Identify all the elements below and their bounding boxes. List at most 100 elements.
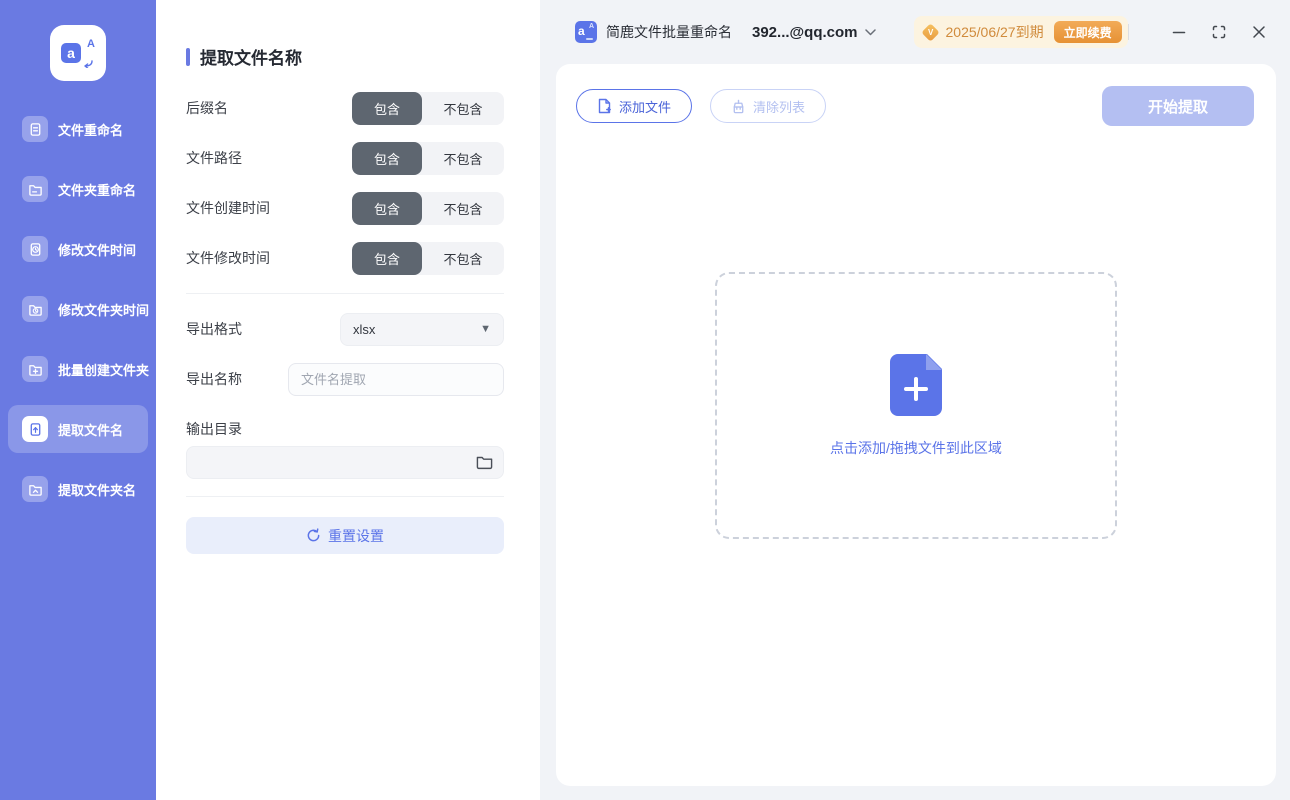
sidebar-item-label: 文件重命名	[58, 120, 123, 139]
add-files-button[interactable]: 添加文件	[576, 89, 692, 123]
add-files-label: 添加文件	[619, 97, 671, 116]
file-list-card: 添加文件 清除列表 开始提取 点击添加/拖拽文件到此区域	[556, 64, 1276, 786]
export-format-value: xlsx	[353, 322, 375, 337]
row-export-format: 导出格式 xlsx ▼	[186, 304, 504, 354]
sidebar-item-batch-create-folder[interactable]: 批量创建文件夹	[8, 345, 148, 393]
vip-status-pill: V 2025/06/27到期 立即续费	[914, 16, 1128, 48]
toggle-include[interactable]: 包含	[352, 142, 422, 175]
folder-clock-icon	[22, 296, 48, 322]
folder-export-icon	[22, 476, 48, 502]
row-export-name: 导出名称	[186, 354, 504, 404]
window-title: 简鹿文件批量重命名	[606, 22, 732, 42]
row-output-dir-label: 输出目录	[186, 412, 504, 446]
file-plus-icon	[597, 98, 612, 114]
sidebar-item-label: 批量创建文件夹	[58, 360, 149, 379]
file-export-icon	[22, 416, 48, 442]
sidebar-item-label: 提取文件夹名	[58, 480, 136, 499]
sidebar-item-folder-rename[interactable]: 文件夹重命名	[8, 165, 148, 213]
row-label: 文件路径	[186, 148, 242, 168]
folder-open-icon	[476, 455, 493, 470]
vip-diamond-icon: V	[921, 23, 939, 41]
dropzone-hint: 点击添加/拖拽文件到此区域	[830, 438, 1002, 458]
row-created-time: 文件创建时间 包含 不包含	[186, 183, 504, 233]
folder-icon	[22, 176, 48, 202]
export-format-select[interactable]: xlsx ▼	[340, 313, 504, 346]
row-label: 导出格式	[186, 319, 242, 339]
sidebar-item-extract-foldername[interactable]: 提取文件夹名	[8, 465, 148, 513]
toggle-exclude[interactable]: 不包含	[422, 192, 504, 225]
toggle-exclude[interactable]: 不包含	[422, 92, 504, 125]
sidebar-nav: 文件重命名 文件夹重命名 修改文件时间 修改文件夹时间 批量创建文件夹	[8, 105, 148, 525]
toggle-include[interactable]: 包含	[352, 92, 422, 125]
sidebar-item-modify-file-time[interactable]: 修改文件时间	[8, 225, 148, 273]
file-corner-fold	[926, 354, 942, 370]
toggle-exclude[interactable]: 不包含	[422, 242, 504, 275]
main-region: a A 简鹿文件批量重命名 392...@qq.com V 2025/06/27…	[540, 0, 1290, 800]
vip-expire-date: 2025/06/27到期	[946, 22, 1044, 42]
close-button[interactable]	[1249, 22, 1269, 42]
modified-time-toggle: 包含 不包含	[352, 242, 504, 275]
app-logo: a A	[50, 25, 106, 81]
divider	[186, 496, 504, 497]
app-icon-A: A	[589, 23, 594, 30]
maximize-button[interactable]	[1209, 22, 1229, 42]
plus-icon	[904, 377, 928, 401]
sidebar-item-modify-folder-time[interactable]: 修改文件夹时间	[8, 285, 148, 333]
app-icon-a: a	[578, 25, 585, 37]
row-label: 文件创建时间	[186, 198, 270, 218]
minimize-button[interactable]	[1169, 22, 1189, 42]
chevron-down-icon: ▼	[480, 324, 491, 335]
settings-panel: 提取文件名称 后缀名 包含 不包含 文件路径 包含 不包含 文件创建时间 包含 …	[156, 0, 540, 800]
account-menu[interactable]: 392...@qq.com	[752, 24, 858, 41]
broom-icon	[731, 99, 746, 114]
sidebar-item-label: 修改文件夹时间	[58, 300, 149, 319]
row-label: 文件修改时间	[186, 248, 270, 268]
reset-settings-label: 重置设置	[328, 526, 384, 546]
sidebar: a A 文件重命名 文件夹重命名 修改文件时间	[0, 0, 156, 800]
toolbar: 添加文件 清除列表 开始提取	[556, 64, 1276, 126]
row-label: 导出名称	[186, 369, 242, 389]
row-label: 后缀名	[186, 98, 228, 118]
logo-a-icon: a	[61, 43, 81, 63]
divider	[186, 293, 504, 294]
titlebar-divider	[1128, 24, 1129, 40]
sidebar-item-extract-filename[interactable]: 提取文件名	[8, 405, 148, 453]
app-icon-arrow	[586, 38, 593, 40]
created-time-toggle: 包含 不包含	[352, 192, 504, 225]
logo-arrow-icon	[82, 60, 94, 68]
logo-A-glyph: A	[87, 38, 95, 50]
file-icon	[22, 116, 48, 142]
sidebar-item-label: 文件夹重命名	[58, 180, 136, 199]
renew-now-button[interactable]: 立即续费	[1054, 21, 1122, 43]
panel-title: 提取文件名称	[186, 44, 504, 69]
export-name-input[interactable]	[288, 363, 504, 396]
refresh-icon	[306, 528, 321, 543]
page-title: 提取文件名称	[200, 44, 302, 69]
output-dir-input[interactable]	[186, 446, 504, 479]
start-extract-button[interactable]: 开始提取	[1102, 86, 1254, 126]
toggle-include[interactable]: 包含	[352, 242, 422, 275]
window-controls	[1128, 22, 1269, 42]
file-clock-icon	[22, 236, 48, 262]
sidebar-item-label: 修改文件时间	[58, 240, 136, 259]
clear-list-label: 清除列表	[753, 97, 805, 116]
title-accent-bar	[186, 48, 190, 66]
toggle-exclude[interactable]: 不包含	[422, 142, 504, 175]
file-dropzone[interactable]: 点击添加/拖拽文件到此区域	[715, 272, 1117, 539]
toggle-include[interactable]: 包含	[352, 192, 422, 225]
titlebar: a A 简鹿文件批量重命名 392...@qq.com V 2025/06/27…	[540, 0, 1290, 64]
account-chevron-down-icon[interactable]	[865, 29, 876, 36]
file-add-icon	[890, 354, 942, 416]
sidebar-item-label: 提取文件名	[58, 420, 123, 439]
clear-list-button[interactable]: 清除列表	[710, 89, 826, 123]
row-modified-time: 文件修改时间 包含 不包含	[186, 233, 504, 283]
reset-settings-button[interactable]: 重置设置	[186, 517, 504, 554]
sidebar-item-file-rename[interactable]: 文件重命名	[8, 105, 148, 153]
filepath-toggle: 包含 不包含	[352, 142, 504, 175]
folder-plus-icon	[22, 356, 48, 382]
row-label: 输出目录	[186, 419, 242, 439]
suffix-toggle: 包含 不包含	[352, 92, 504, 125]
row-suffix: 后缀名 包含 不包含	[186, 83, 504, 133]
row-filepath: 文件路径 包含 不包含	[186, 133, 504, 183]
app-icon: a A	[575, 21, 597, 43]
